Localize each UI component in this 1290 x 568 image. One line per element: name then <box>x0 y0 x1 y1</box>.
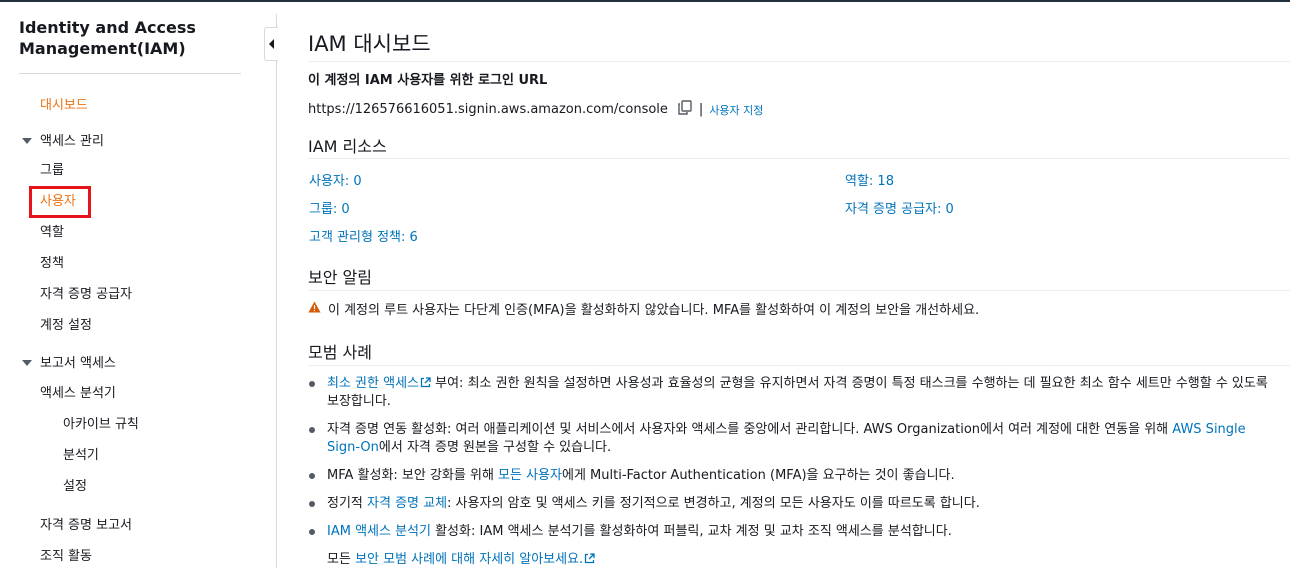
divider <box>308 290 1290 291</box>
credential-rotation-link[interactable]: 자격 증명 교체 <box>367 496 447 511</box>
sidebar-item-identity-providers[interactable]: 자격 증명 공급자 <box>40 286 132 304</box>
divider <box>308 61 1290 62</box>
sidebar-section-access-management[interactable]: 액세스 관리 <box>22 133 104 151</box>
learn-more-link[interactable]: 보안 모범 사례에 대해 자세히 알아보세요. <box>355 552 583 567</box>
sidebar-section-access-reports[interactable]: 보고서 액세스 <box>22 355 116 373</box>
iam-resources-title: IAM 리소스 <box>308 137 387 156</box>
access-analyzer-link[interactable]: IAM 액세스 분석기 <box>327 524 431 539</box>
sidebar-section-label: 액세스 관리 <box>40 134 104 149</box>
page-title: IAM 대시보드 <box>308 32 431 56</box>
main-content: IAM 대시보드 이 계정의 IAM 사용자를 위한 로그인 URL https… <box>308 0 1290 568</box>
highlight-box <box>29 186 91 218</box>
signin-url[interactable]: https://126576616051.signin.aws.amazon.c… <box>308 102 668 117</box>
list-item: IAM 액세스 분석기 활성화: IAM 액세스 분석기를 활성화하여 퍼블릭,… <box>308 523 1283 541</box>
resource-customer-policies-link[interactable]: 고객 관리형 정책: 6 <box>309 226 418 245</box>
resource-identity-providers-link[interactable]: 자격 증명 공급자: 0 <box>845 198 954 217</box>
list-item-text: MFA 활성화: 보안 강화를 위해 <box>327 468 499 483</box>
list-item-text: 에게 Multi-Factor Authentication (MFA)을 요구… <box>561 468 955 483</box>
sidebar-item-groups[interactable]: 그룹 <box>40 162 64 180</box>
security-alerts-title: 보안 알림 <box>308 268 372 287</box>
sidebar-item-roles[interactable]: 역할 <box>40 224 64 242</box>
signin-url-row: https://126576616051.signin.aws.amazon.c… <box>308 100 763 119</box>
best-practices-footer: 모든 보안 모범 사례에 대해 자세히 알아보세요. <box>308 551 1283 568</box>
footer-text: 모든 <box>327 552 356 567</box>
list-item: 최소 권한 액세스 부여: 최소 권한 원칙을 설정하면 사용성과 효율성의 균… <box>308 375 1283 411</box>
sidebar-item-account-settings[interactable]: 계정 설정 <box>40 317 92 335</box>
list-item: 자격 증명 연동 활성화: 여러 애플리케이션 및 서비스에서 사용자와 액세스… <box>308 421 1283 457</box>
sidebar-item-credential-report[interactable]: 자격 증명 보고서 <box>40 517 132 535</box>
caret-down-icon <box>22 359 32 366</box>
sidebar-item-organization-activity[interactable]: 조직 활동 <box>40 548 92 566</box>
warning-icon <box>308 301 321 317</box>
url-separator: | <box>698 102 704 117</box>
list-item-text: 자격 증명 연동 활성화: 여러 애플리케이션 및 서비스에서 사용자와 액세스… <box>327 422 1173 437</box>
sidebar: Identity and Access Management(IAM) 대시보드… <box>0 2 262 568</box>
resource-users-link[interactable]: 사용자: 0 <box>309 170 362 189</box>
least-privilege-link[interactable]: 최소 권한 액세스 <box>327 376 419 391</box>
best-practices-title: 모범 사례 <box>308 343 372 362</box>
list-item-text: 부여: 최소 권한 원칙을 설정하면 사용성과 효율성의 균형을 유지하면서 자… <box>327 376 1268 409</box>
sidebar-title[interactable]: Identity and Access Management(IAM) <box>19 17 249 59</box>
list-item-text: : 사용자의 암호 및 액세스 키를 정기적으로 변경하고, 계정의 모든 사용… <box>447 496 980 511</box>
copy-icon[interactable] <box>677 100 693 119</box>
sidebar-collapse-button[interactable] <box>264 27 278 61</box>
security-alert-text: 이 계정의 루트 사용자는 다단계 인증(MFA)을 활성화하지 않았습니다. … <box>328 303 980 318</box>
customize-url-link[interactable]: 사용자 지정 <box>709 102 763 118</box>
sidebar-item-analyzer-settings[interactable]: 설정 <box>63 478 87 496</box>
sidebar-item-dashboard[interactable]: 대시보드 <box>40 97 88 115</box>
sidebar-border <box>276 14 277 568</box>
best-practices-list: 최소 권한 액세스 부여: 최소 권한 원칙을 설정하면 사용성과 효율성의 균… <box>308 375 1283 568</box>
divider <box>308 158 1290 159</box>
list-item-text: 활성화: IAM 액세스 분석기를 활성화하여 퍼블릭, 교차 계정 및 교차 … <box>430 524 952 539</box>
external-link-icon <box>585 553 595 564</box>
sidebar-divider <box>19 73 241 74</box>
sidebar-item-access-analyzer[interactable]: 액세스 분석기 <box>40 385 116 403</box>
sidebar-item-policies[interactable]: 정책 <box>40 255 64 273</box>
sidebar-section-label: 보고서 액세스 <box>40 356 116 371</box>
list-item-text: 에서 자격 증명 원본을 구성할 수 있습니다. <box>378 440 612 455</box>
security-alert: 이 계정의 루트 사용자는 다단계 인증(MFA)을 활성화하지 않았습니다. … <box>308 299 979 318</box>
resource-roles-link[interactable]: 역할: 18 <box>845 170 894 189</box>
external-link-icon <box>420 377 431 388</box>
sidebar-item-archive-rules[interactable]: 아카이브 규칙 <box>63 416 139 434</box>
list-item: MFA 활성화: 보안 강화를 위해 모든 사용자에게 Multi-Factor… <box>308 467 1283 485</box>
list-item: 정기적 자격 증명 교체: 사용자의 암호 및 액세스 키를 정기적으로 변경하… <box>308 495 1283 513</box>
sidebar-item-analyzers[interactable]: 분석기 <box>63 447 99 465</box>
signin-url-label: 이 계정의 IAM 사용자를 위한 로그인 URL <box>308 73 548 88</box>
caret-down-icon <box>22 137 32 144</box>
resource-groups-link[interactable]: 그룹: 0 <box>309 198 350 217</box>
divider <box>308 365 1290 366</box>
all-users-link[interactable]: 모든 사용자 <box>498 468 562 483</box>
collapse-left-icon <box>268 39 274 49</box>
list-item-text: 정기적 <box>327 496 368 511</box>
